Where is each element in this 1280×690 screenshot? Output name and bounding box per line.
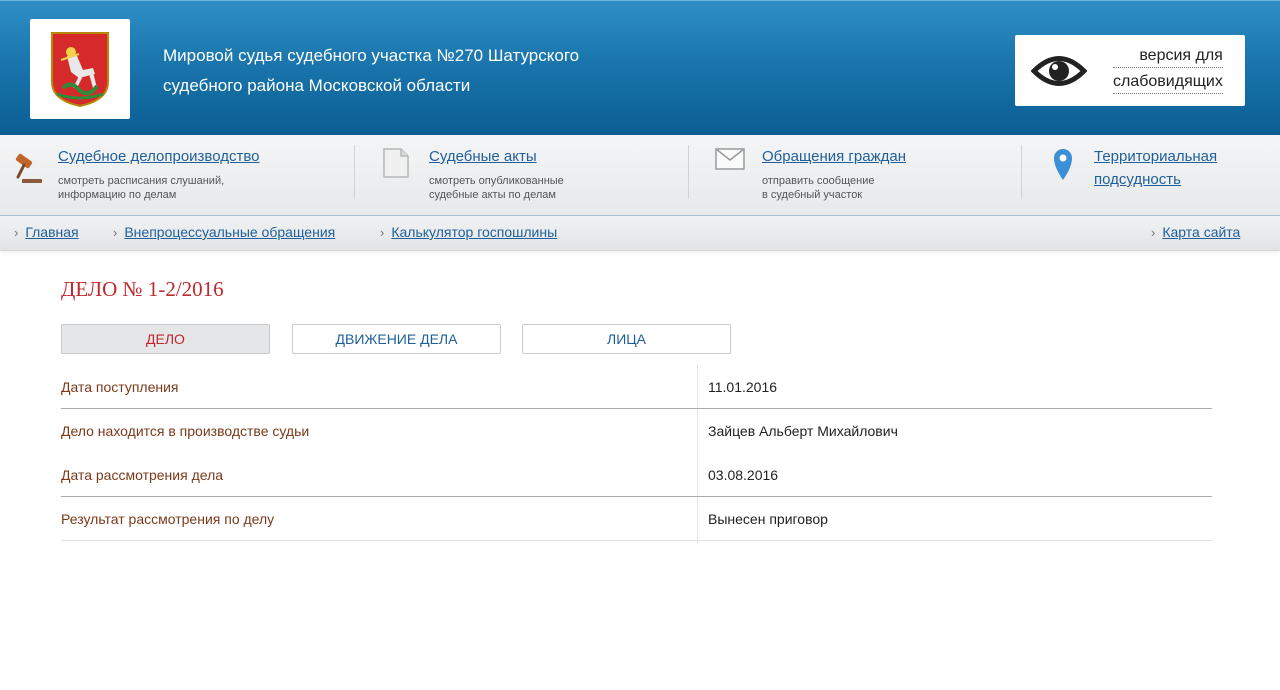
table-row: Дата поступления 11.01.2016 bbox=[61, 365, 1212, 409]
site-header: Мировой судья судебного участка №270 Шат… bbox=[0, 0, 1280, 135]
menu-divider bbox=[688, 145, 689, 199]
menu-desc-court-acts: смотреть опубликованные судебные акты по… bbox=[429, 174, 564, 202]
low-vision-label: версия для слабовидящих bbox=[1113, 45, 1223, 97]
document-icon bbox=[383, 148, 409, 178]
breadcrumb-item-appeals[interactable]: › Внепроцессуальные обращения bbox=[113, 224, 335, 240]
breadcrumb-item-calculator[interactable]: › Калькулятор госпошлины bbox=[380, 224, 557, 240]
row-label: Дело находится в производстве судьи bbox=[61, 423, 310, 439]
breadcrumb-item-home[interactable]: › Главная bbox=[14, 224, 79, 240]
row-value: 03.08.2016 bbox=[708, 467, 779, 483]
menu-desc-citizen-appeals: отправить сообщение в судебный участок bbox=[762, 174, 874, 202]
low-vision-version-button[interactable]: версия для слабовидящих bbox=[1015, 35, 1245, 106]
case-info-table: Дата поступления 11.01.2016 Дело находит… bbox=[61, 365, 1212, 543]
low-vision-line2: слабовидящих bbox=[1113, 71, 1223, 94]
sitemap-link[interactable]: Карта сайта bbox=[1162, 224, 1240, 240]
chevron-right-icon: › bbox=[1151, 225, 1156, 240]
menu-desc-line: информацию по делам bbox=[58, 189, 177, 201]
menu-link-jurisdiction-line1[interactable]: Территориальная bbox=[1094, 147, 1217, 167]
coat-of-arms-logo[interactable] bbox=[30, 19, 130, 119]
breadcrumb-link-calculator[interactable]: Калькулятор госпошлины bbox=[391, 224, 557, 240]
menu-divider bbox=[1021, 145, 1022, 199]
chevron-right-icon: › bbox=[380, 225, 385, 240]
menu-divider bbox=[354, 145, 355, 199]
breadcrumb-link-home[interactable]: Главная bbox=[25, 224, 78, 240]
menu-link-jurisdiction-line2[interactable]: подсудность bbox=[1094, 170, 1181, 190]
menu-link-court-acts[interactable]: Судебные акты bbox=[429, 147, 537, 167]
gavel-icon bbox=[15, 153, 42, 183]
menu-desc-line: судебные акты по делам bbox=[429, 189, 556, 201]
main-menu: Судебное делопроизводство смотреть распи… bbox=[0, 135, 1280, 216]
table-row: Дело находится в производстве судьи Зайц… bbox=[61, 409, 1212, 453]
chevron-right-icon: › bbox=[113, 225, 118, 240]
menu-link-court-proceedings[interactable]: Судебное делопроизводство bbox=[58, 147, 260, 167]
row-value: 11.01.2016 bbox=[708, 379, 778, 395]
menu-link-citizen-appeals[interactable]: Обращения граждан bbox=[762, 147, 906, 167]
chevron-right-icon: › bbox=[14, 225, 19, 240]
low-vision-line1: версия для bbox=[1113, 45, 1223, 68]
map-pin-icon bbox=[1054, 149, 1072, 180]
row-value: Зайцев Альберт Михайлович bbox=[708, 423, 898, 439]
row-label: Результат рассмотрения по делу bbox=[61, 511, 275, 527]
page-title: ДЕЛО № 1-2/2016 bbox=[61, 277, 224, 301]
coat-of-arms-icon bbox=[51, 32, 109, 108]
court-title-line1: Мировой судья судебного участка №270 Шат… bbox=[163, 46, 580, 65]
table-row: Дата рассмотрения дела 03.08.2016 bbox=[61, 453, 1212, 497]
row-label: Дата поступления bbox=[61, 379, 179, 395]
row-value: Вынесен приговор bbox=[708, 511, 828, 527]
menu-desc-line: отправить сообщение bbox=[762, 175, 875, 187]
table-row: Результат рассмотрения по делу Вынесен п… bbox=[61, 497, 1212, 541]
menu-desc-court-proceedings: смотреть расписания слушаний, информацию… bbox=[58, 174, 224, 202]
breadcrumb-link-appeals[interactable]: Внепроцессуальные обращения bbox=[124, 224, 335, 240]
envelope-icon bbox=[715, 148, 745, 170]
tab-case[interactable]: ДЕЛО bbox=[61, 324, 270, 354]
breadcrumb: › Главная › Внепроцессуальные обращения › К… bbox=[0, 216, 1280, 251]
menu-desc-line: в судебный участок bbox=[762, 189, 863, 201]
menu-desc-line: смотреть опубликованные bbox=[429, 175, 564, 187]
court-title-line2: судебного района Московской области bbox=[163, 76, 471, 95]
eye-icon bbox=[1031, 55, 1087, 86]
court-title: Мировой судья судебного участка №270 Шат… bbox=[163, 41, 683, 101]
tab-persons[interactable]: ЛИЦА bbox=[522, 324, 731, 354]
row-label: Дата рассмотрения дела bbox=[61, 467, 224, 483]
tab-case-movement[interactable]: ДВИЖЕНИЕ ДЕЛА bbox=[292, 324, 501, 354]
menu-desc-line: смотреть расписания слушаний, bbox=[58, 175, 225, 187]
breadcrumb-item-sitemap[interactable]: › Карта сайта bbox=[1151, 224, 1240, 240]
